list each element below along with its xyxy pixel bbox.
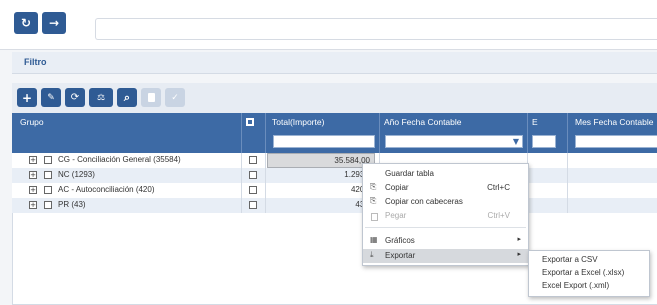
anio-filter-input[interactable]: ▼ (385, 135, 523, 148)
grid-header: Grupo Total(Importe) Año Fecha Contable … (12, 113, 657, 153)
export-submenu: Exportar a CSV Exportar a Excel (.xlsx) … (528, 250, 650, 297)
group-cell: PR (43) (58, 200, 86, 209)
edit-icon: ✎ (47, 92, 55, 103)
menu-item-exportar[interactable]: ⤓ Exportar ▸ (363, 249, 528, 263)
menu-item-pegar[interactable]: Pegar Ctrl+V (363, 209, 528, 223)
row-checkbox[interactable] (44, 201, 52, 209)
expand-icon[interactable]: + (29, 171, 37, 179)
plus-icon: + (21, 90, 33, 105)
mes-filter-input[interactable] (575, 135, 657, 148)
menu-item-copiar-con-cabeceras[interactable]: ⎘ Copiar con cabeceras (363, 195, 528, 209)
column-divider (265, 153, 266, 213)
arrow-right-icon: → (48, 16, 60, 30)
menu-item-label: Exportar (385, 251, 416, 260)
menu-item-shortcut: Ctrl+C (487, 183, 510, 192)
menu-item-label: Copiar con cabeceras (385, 197, 463, 206)
select-all-checkbox[interactable] (246, 118, 254, 126)
e-filter-input[interactable] (532, 135, 556, 148)
column-header-mes[interactable]: Mes Fecha Contable (575, 117, 653, 127)
context-menu: Guardar tabla ⎘ Copiar Ctrl+C ⎘ Copiar c… (362, 163, 529, 266)
forward-button[interactable]: → (42, 12, 66, 34)
filter-bar[interactable]: Filtro (12, 52, 657, 74)
menu-item-label: Copiar (385, 183, 409, 192)
paste-icon (371, 213, 378, 221)
expand-icon[interactable]: + (29, 156, 37, 164)
column-divider (567, 153, 568, 213)
address-input[interactable] (95, 18, 657, 40)
row-select-checkbox[interactable] (249, 186, 257, 194)
reload-button[interactable]: ⟳ (65, 88, 85, 107)
filter-icon[interactable]: ▼ (513, 137, 519, 146)
total-cell: 420,0 (350, 185, 371, 194)
row-select-checkbox[interactable] (249, 201, 257, 209)
submenu-arrow-icon: ▸ (517, 235, 521, 243)
row-checkbox[interactable] (44, 156, 52, 164)
submenu-arrow-icon: ▸ (517, 250, 521, 258)
total-cell: 1.293,0 (344, 170, 371, 179)
menu-item-label: Gráficos (385, 236, 415, 245)
column-header-total[interactable]: Total(Importe) (272, 117, 324, 127)
group-cell: NC (1293) (58, 170, 95, 179)
column-header-anio[interactable]: Año Fecha Contable (384, 117, 462, 127)
menu-item-copiar[interactable]: ⎘ Copiar Ctrl+C (363, 181, 528, 195)
column-header-e[interactable]: E (532, 117, 538, 127)
compare-button[interactable]: ⚖ (89, 88, 113, 107)
column-divider (241, 153, 242, 213)
expand-icon[interactable]: + (29, 201, 37, 209)
search-button[interactable]: ⌕ (117, 88, 137, 107)
group-cell: AC - Autoconciliación (420) (58, 185, 155, 194)
expand-icon[interactable]: + (29, 186, 37, 194)
check-icon: ✓ (171, 92, 179, 103)
refresh-button[interactable]: ↻ (14, 12, 38, 34)
trash-icon (147, 93, 155, 102)
total-cell[interactable]: 35.584,00 (267, 153, 375, 168)
grid-toolbar: + ✎ ⟳ ⚖ ⌕ ✓ (12, 83, 657, 113)
menu-item-graficos[interactable]: ▦ Gráficos ▸ (363, 234, 528, 248)
refresh-icon: ↻ (20, 16, 32, 30)
copy-icon: ⎘ (370, 196, 377, 205)
search-icon: ⌕ (123, 90, 131, 104)
confirm-button[interactable]: ✓ (165, 88, 185, 107)
add-button[interactable]: + (17, 88, 37, 107)
table-row[interactable]: + PR (43) 43,0 (12, 198, 657, 213)
reload-icon: ⟳ (70, 92, 80, 103)
row-select-checkbox[interactable] (249, 171, 257, 179)
download-icon: ⤓ (370, 250, 374, 259)
filter-label: Filtro (24, 57, 47, 67)
row-select-checkbox[interactable] (249, 156, 257, 164)
menu-divider (365, 227, 526, 228)
table-row[interactable]: + CG - Conciliación General (35584) 35.5… (12, 153, 657, 168)
submenu-item-xlsx[interactable]: Exportar a Excel (.xlsx) (542, 268, 624, 277)
group-cell: CG - Conciliación General (35584) (58, 155, 181, 164)
balance-icon: ⚖ (96, 92, 106, 103)
menu-item-guardar-tabla[interactable]: Guardar tabla (363, 167, 528, 181)
row-checkbox[interactable] (44, 186, 52, 194)
row-checkbox[interactable] (44, 171, 52, 179)
copy-icon: ⎘ (370, 182, 377, 191)
column-header-grupo[interactable]: Grupo (20, 117, 44, 127)
table-row[interactable]: + AC - Autoconciliación (420) 420,0 (12, 183, 657, 198)
top-bar: ↻ → (0, 0, 657, 50)
chart-icon: ▦ (370, 235, 378, 244)
menu-item-label: Guardar tabla (385, 169, 434, 178)
submenu-item-xml[interactable]: Excel Export (.xml) (542, 281, 609, 290)
total-filter-input[interactable] (273, 135, 375, 148)
menu-item-label: Pegar (385, 211, 407, 220)
total-cell: 43,0 (267, 200, 371, 209)
table-row[interactable]: + NC (1293) 1.293,0 (12, 168, 657, 183)
edit-button[interactable]: ✎ (41, 88, 61, 107)
submenu-item-csv[interactable]: Exportar a CSV (542, 255, 598, 264)
menu-item-shortcut: Ctrl+V (487, 211, 510, 220)
delete-button[interactable] (141, 88, 161, 107)
